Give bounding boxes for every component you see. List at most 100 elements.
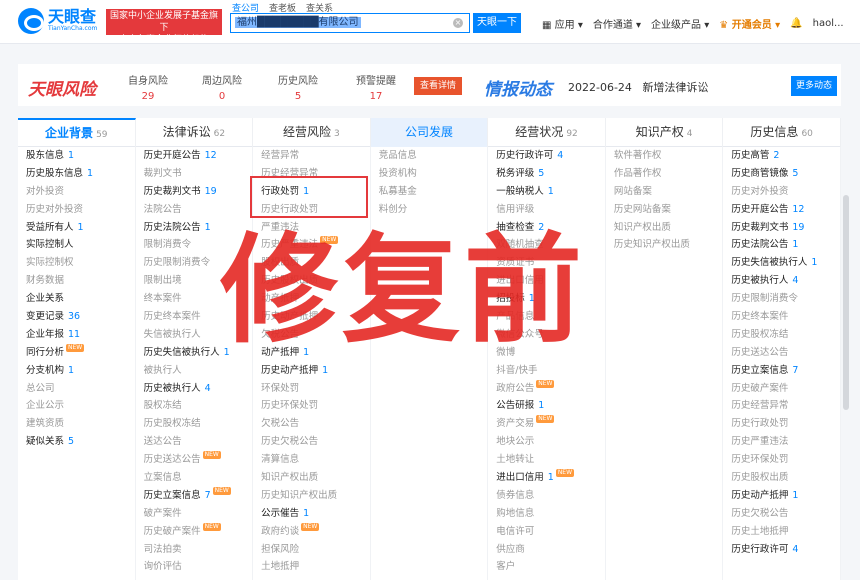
- list-item[interactable]: 一般纳税人 1: [496, 183, 605, 201]
- list-item[interactable]: 建筑资质: [26, 415, 135, 433]
- list-item[interactable]: 税务评级 5: [496, 165, 605, 183]
- list-item[interactable]: 资产交易 NEW: [496, 415, 605, 433]
- tab-5[interactable]: 知识产权 4: [606, 118, 724, 147]
- list-item[interactable]: 信用评级: [496, 201, 605, 219]
- list-item[interactable]: 抖音/快手: [496, 362, 605, 380]
- list-item[interactable]: 地块公示: [496, 433, 605, 451]
- list-item[interactable]: 历史限制消费令: [731, 290, 840, 308]
- list-item[interactable]: 分支机构 1: [26, 362, 135, 380]
- risk-stat-warning[interactable]: 预警提醒 17: [346, 72, 406, 102]
- search-input[interactable]: 福州████████有限公司 ×: [230, 13, 470, 33]
- nav-vip[interactable]: ♛ 开通会员 ▾: [719, 16, 780, 31]
- list-item[interactable]: 历史土地抵押: [731, 523, 840, 541]
- list-item[interactable]: 历史对外投资: [26, 201, 135, 219]
- list-item[interactable]: 清算信息: [261, 451, 370, 469]
- list-item[interactable]: 历史股权冻结: [144, 415, 253, 433]
- list-item[interactable]: 总公司: [26, 380, 135, 398]
- list-item[interactable]: 历史商管镜像 5: [731, 165, 840, 183]
- list-item[interactable]: 公告研报 1: [496, 397, 605, 415]
- list-item[interactable]: 历史失信被执行人 1: [731, 254, 840, 272]
- list-item[interactable]: 受益所有人 1: [26, 219, 135, 237]
- list-item[interactable]: 历史知识产权出质: [261, 487, 370, 505]
- list-item[interactable]: 历史裁判文书 19: [144, 183, 253, 201]
- list-item[interactable]: 实际控制权: [26, 254, 135, 272]
- list-item[interactable]: 网站备案: [614, 183, 723, 201]
- bell-icon[interactable]: 🔔: [790, 18, 802, 29]
- risk-stat-history[interactable]: 历史风险 5: [268, 72, 328, 102]
- list-item[interactable]: 历史被执行人 4: [731, 272, 840, 290]
- list-item[interactable]: 破产案件: [144, 505, 253, 523]
- list-item[interactable]: 历史立案信息 7 NEW: [144, 486, 253, 505]
- list-item[interactable]: 历史股权出质: [731, 469, 840, 487]
- list-item[interactable]: 变更记录 36: [26, 308, 135, 326]
- list-item[interactable]: 软件著作权: [614, 147, 723, 165]
- list-item[interactable]: 历史环保处罚: [731, 451, 840, 469]
- list-item[interactable]: 历史对外投资: [731, 183, 840, 201]
- list-item[interactable]: 历史送达公告: [731, 344, 840, 362]
- list-item[interactable]: 进出口信用 1 NEW: [496, 469, 605, 487]
- list-item[interactable]: 实际控制人: [26, 236, 135, 254]
- tab-0[interactable]: 企业背景 59: [18, 118, 136, 147]
- list-item[interactable]: 企业年报 11: [26, 326, 135, 344]
- list-item[interactable]: 历史股东信息 1: [26, 165, 135, 183]
- list-item[interactable]: 历史行政处罚: [731, 415, 840, 433]
- list-item[interactable]: 债券信息: [496, 487, 605, 505]
- list-item[interactable]: 企业关系: [26, 290, 135, 308]
- list-item[interactable]: 担保风险: [261, 541, 370, 559]
- list-item[interactable]: 历史动产抵押 1: [731, 487, 840, 505]
- list-item[interactable]: 电信许可: [496, 523, 605, 541]
- list-item[interactable]: 历史网站备案: [614, 201, 723, 219]
- list-item[interactable]: 历史经营异常: [731, 397, 840, 415]
- list-item[interactable]: 政府约谈 NEW: [261, 522, 370, 541]
- tab-1[interactable]: 法律诉讼 62: [136, 118, 254, 147]
- list-item[interactable]: 知识产权出质: [261, 469, 370, 487]
- list-item[interactable]: 知识产权出质: [614, 219, 723, 237]
- list-item[interactable]: 私募基金: [379, 183, 488, 201]
- list-item[interactable]: 立案信息: [144, 469, 253, 487]
- list-item[interactable]: 历史动产抵押 1: [261, 362, 370, 380]
- list-item[interactable]: 司法拍卖: [144, 541, 253, 559]
- more-news-button[interactable]: 更多动态: [791, 76, 837, 96]
- list-item[interactable]: 历史股权冻结: [731, 326, 840, 344]
- list-item[interactable]: 政府公告 NEW: [496, 379, 605, 398]
- list-item[interactable]: 历史法院公告 1: [731, 236, 840, 254]
- list-item[interactable]: 同行分析 NEW: [26, 343, 135, 362]
- nav-enterprise[interactable]: 企业级产品 ▾: [651, 16, 709, 31]
- search-button[interactable]: 天眼一下: [473, 13, 521, 33]
- list-item[interactable]: 送达公告: [144, 433, 253, 451]
- list-item[interactable]: 历史严重违法: [731, 433, 840, 451]
- list-item[interactable]: 土地转让: [496, 451, 605, 469]
- intel-item[interactable]: 2022-06-24 新增法律诉讼: [568, 79, 708, 95]
- list-item[interactable]: 股东信息 1: [26, 147, 135, 165]
- scrollbar[interactable]: [843, 195, 849, 410]
- list-item[interactable]: 历史裁判文书 19: [731, 219, 840, 237]
- list-item[interactable]: 对外投资: [26, 183, 135, 201]
- tab-4[interactable]: 经营状况 92: [488, 118, 606, 147]
- list-item[interactable]: 历史送达公告 NEW: [144, 451, 253, 469]
- list-item[interactable]: 料创分: [379, 201, 488, 219]
- list-item[interactable]: 历史破产案件 NEW: [144, 522, 253, 541]
- list-item[interactable]: 作品著作权: [614, 165, 723, 183]
- nav-apps[interactable]: ▦ 应用 ▾: [542, 16, 583, 31]
- list-item[interactable]: 历史行政许可 4: [496, 147, 605, 165]
- tab-2[interactable]: 经营风险 3: [253, 118, 371, 147]
- list-item[interactable]: 裁判文书: [144, 165, 253, 183]
- list-item[interactable]: 法院公告: [144, 201, 253, 219]
- nav-user[interactable]: haol...: [813, 18, 844, 29]
- clear-icon[interactable]: ×: [453, 18, 463, 28]
- list-item[interactable]: 购地信息: [496, 505, 605, 523]
- list-item[interactable]: 供应商: [496, 541, 605, 559]
- list-item[interactable]: 历史开庭公告 12: [144, 147, 253, 165]
- list-item[interactable]: 欠税公告: [261, 415, 370, 433]
- risk-stat-around[interactable]: 周边风险 0: [192, 72, 252, 102]
- list-item[interactable]: 被执行人: [144, 362, 253, 380]
- list-item[interactable]: 历史环保处罚: [261, 397, 370, 415]
- list-item[interactable]: 历史破产案件: [731, 380, 840, 398]
- tab-3[interactable]: 公司发展: [370, 118, 489, 147]
- list-item[interactable]: 历史开庭公告 12: [731, 201, 840, 219]
- site-logo[interactable]: 天眼查 TianYanCha.com: [18, 8, 97, 34]
- list-item[interactable]: 投资机构: [379, 165, 488, 183]
- list-item[interactable]: 历史终本案件: [731, 308, 840, 326]
- list-item[interactable]: 历史欠税公告: [261, 433, 370, 451]
- list-item[interactable]: 公示催告 1: [261, 505, 370, 523]
